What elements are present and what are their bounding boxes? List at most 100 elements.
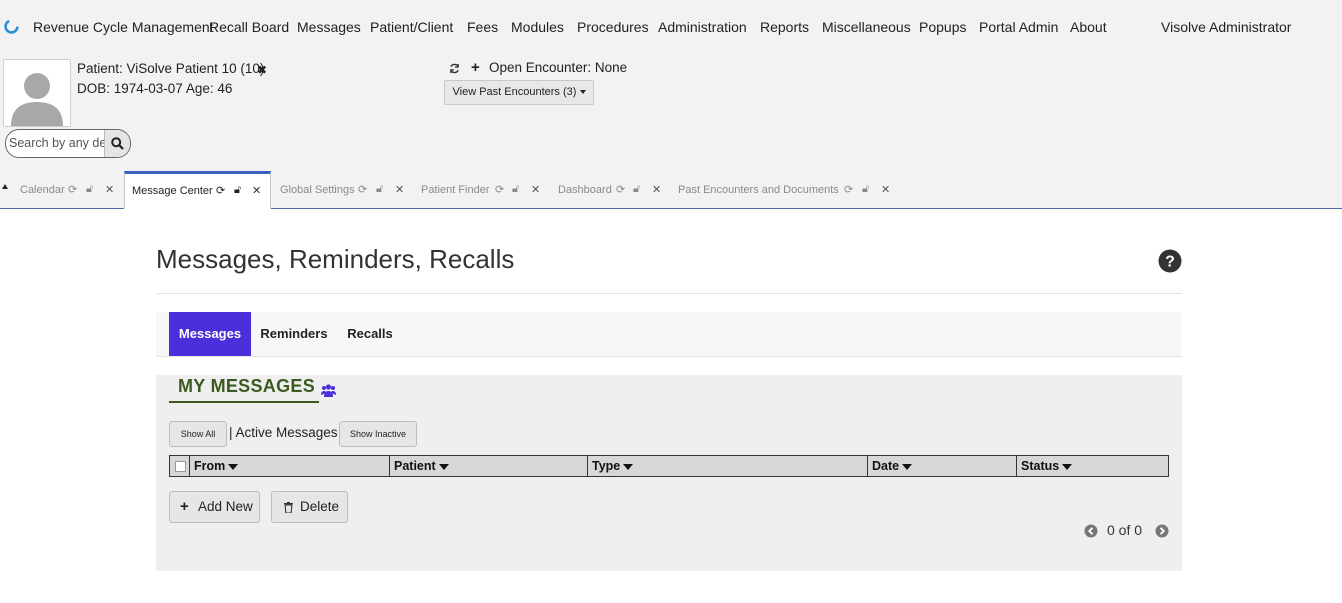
patient-avatar [3,59,71,127]
select-all-header [169,455,190,477]
view-past-encounters-button[interactable]: View Past Encounters (3) [444,80,594,105]
menu-miscellaneous[interactable]: Miscellaneous [822,19,911,35]
sort-caret-icon [438,463,449,470]
tab-calendar[interactable]: Calendar ⟳ 🔓︎ ✕ [10,171,120,208]
close-icon[interactable]: ✕ [105,183,114,196]
title-divider [156,293,1182,294]
unlock-icon[interactable]: 🔓︎ [86,183,93,196]
tab-patient-finder[interactable]: Patient Finder ⟳ 🔓︎ ✕ [413,171,548,208]
menu-modules[interactable]: Modules [511,19,564,35]
page-title: Messages, Reminders, Recalls [156,244,515,274]
sort-caret-icon [623,463,634,470]
refresh-icon[interactable]: ⟳ [495,183,504,196]
active-messages-label: | Active Messages | [229,425,345,440]
column-label: Status [1021,459,1060,473]
past-encounters-count: (3) [562,86,577,98]
plus-icon: + [180,498,189,515]
subtab-recalls[interactable]: Recalls [338,312,402,356]
messages-table: From Patient Type Date Status [169,455,1169,477]
collapse-tabs-icon[interactable] [2,184,8,189]
close-icon[interactable]: ✕ [395,183,404,196]
refresh-icon[interactable]: ⟳ [616,183,625,196]
tab-past-encounters[interactable]: Past Encounters and Documents ⟳ 🔓︎ ✕ [670,171,900,208]
menu-messages[interactable]: Messages [297,19,361,35]
top-nav: Revenue Cycle Management Recall Board Me… [0,0,1342,54]
select-all-checkbox[interactable] [175,461,186,473]
menu-popups[interactable]: Popups [919,19,966,35]
section-underline [169,401,319,403]
menu-about[interactable]: About [1070,19,1107,35]
column-label: Type [592,459,621,473]
tab-message-center[interactable]: Message Center ⟳ 🔓︎ ✕ [124,171,271,209]
refresh-icon[interactable]: ⟳ [358,183,367,196]
sort-caret-icon [228,463,239,470]
table-header-row: From Patient Type Date Status [169,455,1169,477]
chevron-down-icon [579,90,586,95]
svg-text:?: ? [1165,254,1175,271]
tab-label: Global Settings [280,184,355,196]
close-icon[interactable]: ✕ [652,183,661,196]
close-icon[interactable]: ✕ [252,184,261,197]
show-all-button[interactable]: Show All [169,421,227,447]
menu-patient-client[interactable]: Patient/Client [370,19,453,35]
search-button[interactable] [104,130,130,157]
section-title: MY MESSAGES [178,376,315,396]
new-encounter-icon[interactable]: + [471,59,480,76]
search-icon [111,137,124,150]
unlock-icon[interactable]: 🔓︎ [862,183,869,196]
menu-procedures[interactable]: Procedures [577,19,649,35]
close-icon[interactable]: ✕ [881,183,890,196]
add-new-button[interactable]: + Add New [169,491,260,523]
patient-dob: DOB: 1974-03-07 Age: 46 [77,81,233,96]
trash-icon [284,502,293,513]
tab-strip: Calendar ⟳ 🔓︎ ✕ Message Center ⟳ 🔓︎ ✕ Gl… [0,171,1342,209]
column-date[interactable]: Date [867,455,1017,477]
subtab-reminders[interactable]: Reminders [254,312,334,356]
tab-label: Patient Finder [421,184,490,196]
column-type[interactable]: Type [587,455,868,477]
menu-fees[interactable]: Fees [467,19,498,35]
menu-reports[interactable]: Reports [760,19,809,35]
menu-administration[interactable]: Administration [658,19,747,35]
tab-label: Dashboard [558,184,612,196]
refresh-icon[interactable]: ⟳ [68,183,77,196]
refresh-encounter-icon[interactable] [449,63,460,74]
column-status[interactable]: Status [1016,455,1169,477]
column-patient[interactable]: Patient [389,455,588,477]
delete-button[interactable]: Delete [271,491,348,523]
past-encounters-label: View Past Encounters [452,86,560,98]
tab-label: Past Encounters and Documents [678,184,839,196]
refresh-icon[interactable]: ⟳ [844,183,853,196]
column-label: Patient [394,459,436,473]
tab-dashboard[interactable]: Dashboard ⟳ 🔓︎ ✕ [550,171,668,208]
close-icon[interactable]: ✕ [531,183,540,196]
menu-recall-board[interactable]: Recall Board [209,19,289,35]
close-patient-icon[interactable]: ✖ [257,63,267,77]
column-label: Date [872,459,900,473]
unlock-icon[interactable]: 🔓︎ [512,183,519,196]
delete-label: Delete [300,499,340,514]
unlock-icon[interactable]: 🔓︎ [376,183,383,196]
refresh-icon[interactable]: ⟳ [216,184,225,197]
help-icon[interactable]: ? [1158,249,1182,273]
avatar-icon [11,73,63,126]
prev-page-icon[interactable] [1084,524,1098,538]
next-page-icon[interactable] [1155,524,1169,538]
tab-global-settings[interactable]: Global Settings ⟳ 🔓︎ ✕ [272,171,412,208]
subtab-messages[interactable]: Messages [169,312,251,356]
show-inactive-button[interactable]: Show Inactive [339,421,417,447]
unlock-icon[interactable]: 🔓︎ [633,183,640,196]
pagination-text: 0 of 0 [1107,522,1143,538]
logo-icon[interactable] [3,18,20,35]
user-menu[interactable]: Visolve Administrator [1161,19,1291,35]
menu-revenue-cycle[interactable]: Revenue Cycle Management [33,19,214,35]
unlock-icon[interactable]: 🔓︎ [234,184,241,197]
patient-search-input[interactable] [9,134,105,152]
patient-search [5,129,131,158]
menu-portal-admin[interactable]: Portal Admin [979,19,1058,35]
users-icon[interactable] [321,384,336,397]
add-new-label: Add New [198,499,253,514]
sort-caret-icon [902,463,913,470]
subtab-bar: Messages Reminders Recalls [156,312,1182,357]
column-from[interactable]: From [189,455,390,477]
